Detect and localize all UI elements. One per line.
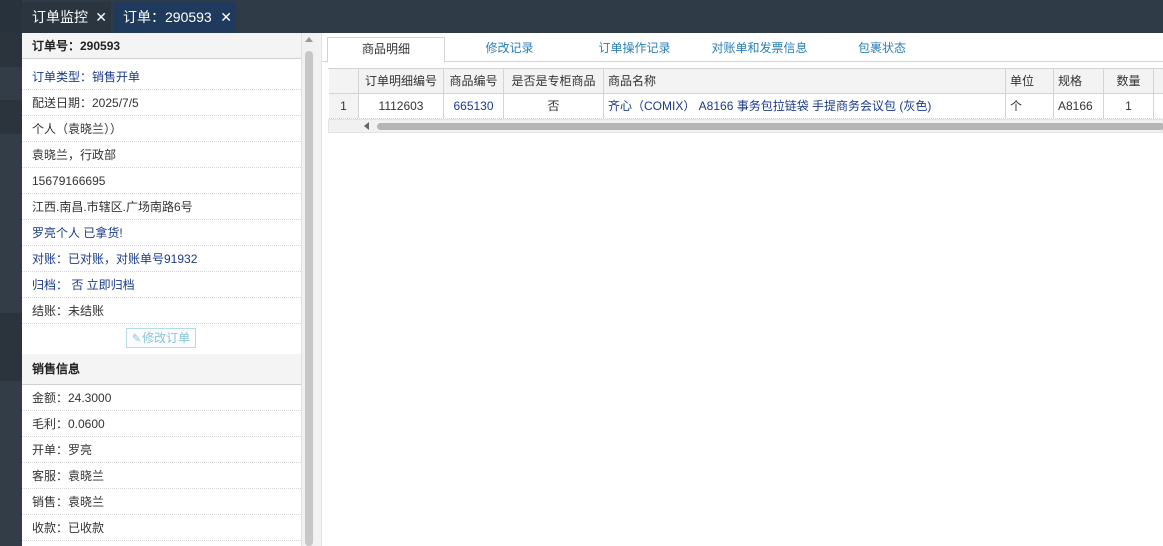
sales-service: 客服：袁晓兰 xyxy=(22,463,301,489)
nav-strip xyxy=(0,33,22,546)
column-header[interactable]: 商品名称 xyxy=(604,69,1006,93)
nav-strip-block xyxy=(0,347,22,381)
tab-order-operation-records[interactable]: 订单操作记录 xyxy=(577,37,692,62)
top-tab-bar: 订单监控 ✕ 订单：290593 ✕ xyxy=(0,0,1163,33)
row-number: 1 xyxy=(329,94,359,118)
sales-receipt: 收款：已收款 xyxy=(22,515,301,541)
nav-strip-block xyxy=(0,33,22,67)
product-code-link[interactable]: 665130 xyxy=(444,94,504,118)
delivery-date: 配送日期：2025/7/5 xyxy=(22,90,301,116)
archive-status[interactable]: 归档： 否 立即归档 xyxy=(22,272,301,298)
column-header xyxy=(329,69,359,93)
scrollbar-thumb[interactable] xyxy=(305,51,313,546)
order-type: 订单类型：销售开单 xyxy=(22,64,301,90)
column-header[interactable]: 规格 xyxy=(1054,69,1104,93)
column-header[interactable]: 商品编号 xyxy=(444,69,504,93)
tab-order-monitor[interactable]: 订单监控 ✕ xyxy=(22,2,111,33)
detail-tabs: 商品明细 修改记录 订单操作记录 对账单和发票信息 包裹状态 xyxy=(322,33,1163,63)
counter-product-cell: 否 xyxy=(504,94,604,118)
scroll-up-icon[interactable] xyxy=(305,37,313,42)
customer-name: 个人（袁晓兰）） xyxy=(22,116,301,142)
sales-amount: 金额：24.3000 xyxy=(22,385,301,411)
sales-gross-profit: 毛利：0.0600 xyxy=(22,411,301,437)
tab-statement-invoice[interactable]: 对账单和发票信息 xyxy=(697,37,822,62)
column-header[interactable]: 单位 xyxy=(1006,69,1054,93)
edit-order-button[interactable]: ✎修改订单 xyxy=(126,328,196,348)
reconcile-status[interactable]: 对账：已对账，对账单号91932 xyxy=(22,246,301,272)
sales-salesperson: 销售：袁晓兰 xyxy=(22,489,301,515)
close-icon[interactable]: ✕ xyxy=(95,2,107,33)
settlement-status: 结账：未结账 xyxy=(22,298,301,324)
nav-strip-block xyxy=(0,313,22,347)
detail-number-cell: 1112603 xyxy=(359,94,444,118)
delivery-address: 江西.南昌.市辖区.广场南路6号 xyxy=(22,194,301,220)
tab-package-status[interactable]: 包裹状态 xyxy=(832,37,932,62)
panel-scrollbar[interactable] xyxy=(301,33,315,546)
tab-label: 订单：290593 xyxy=(123,9,212,25)
tab-product-details[interactable]: 商品明细 xyxy=(327,37,445,63)
order-info-panel: 订单号：290593 订单类型：销售开单 配送日期：2025/7/5 个人（袁晓… xyxy=(22,33,301,546)
column-header[interactable]: 数量 xyxy=(1104,69,1154,93)
table-row[interactable]: 1 1112603 665130 否 齐心（COMIX） A8166 事务包拉链… xyxy=(329,94,1163,119)
tab-label: 订单监控 xyxy=(32,9,88,25)
product-name-link[interactable]: 齐心（COMIX） A8166 事务包拉链袋 手提商务会议包 (灰色) xyxy=(604,94,1006,118)
order-detail-content: 商品明细 修改记录 订单操作记录 对账单和发票信息 包裹状态 订单明细编号 商品… xyxy=(322,33,1163,546)
scroll-left-icon[interactable] xyxy=(364,122,369,130)
panel-splitter[interactable] xyxy=(315,33,322,546)
table-hscrollbar[interactable] xyxy=(328,119,1163,133)
order-number: 订单号：290593 xyxy=(22,33,301,59)
tab-order-detail[interactable]: 订单：290593 ✕ xyxy=(113,2,236,33)
sales-issuer: 开单：罗亮 xyxy=(22,437,301,463)
quantity-cell: 1 xyxy=(1104,94,1154,118)
unit-cell: 个 xyxy=(1006,94,1054,118)
column-header[interactable]: 订单明细编号 xyxy=(359,69,444,93)
sales-info-header: 销售信息 xyxy=(22,354,301,385)
nav-strip-block xyxy=(0,100,22,134)
close-icon[interactable]: ✕ xyxy=(220,2,232,33)
tab-modify-records[interactable]: 修改记录 xyxy=(452,37,567,62)
spec-cell: A8166 xyxy=(1054,94,1104,118)
table-header: 订单明细编号 商品编号 是否是专柜商品 商品名称 单位 规格 数量 xyxy=(329,69,1163,94)
order-note: 罗亮个人 已拿货! xyxy=(22,220,301,246)
product-table: 订单明细编号 商品编号 是否是专柜商品 商品名称 单位 规格 数量 1 1112… xyxy=(328,68,1163,119)
edit-order-label: 修改订单 xyxy=(142,331,191,345)
contact-name: 袁晓兰，行政部 xyxy=(22,142,301,168)
edit-icon: ✎ xyxy=(131,333,142,345)
column-header[interactable]: 是否是专柜商品 xyxy=(504,69,604,93)
top-left-strip xyxy=(0,0,22,33)
hscrollbar-thumb[interactable] xyxy=(377,123,1163,130)
contact-phone: 15679166695 xyxy=(22,168,301,194)
